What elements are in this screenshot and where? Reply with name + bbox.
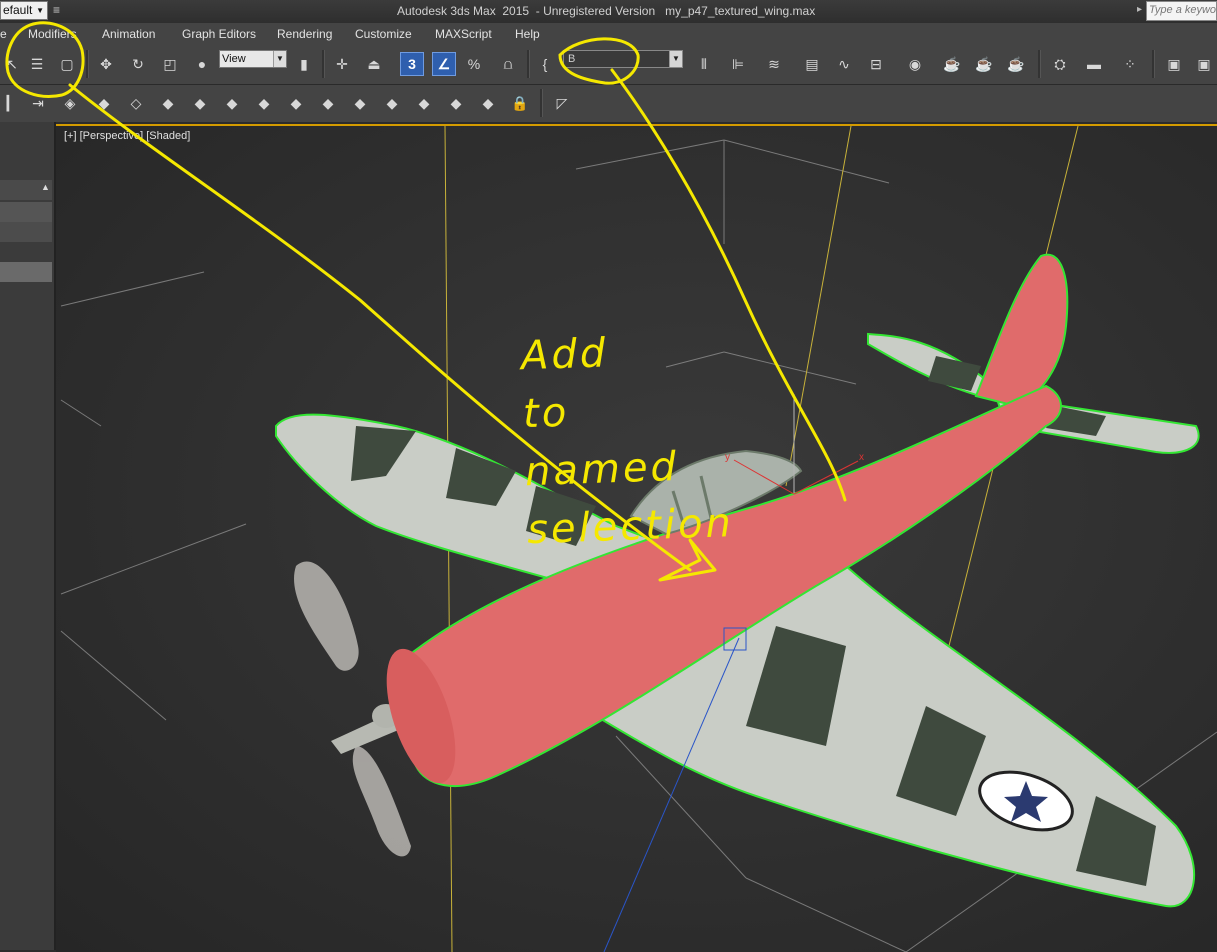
align-icon[interactable]: ⊫ [726, 52, 750, 76]
secondary-toolbar: ▎ ⇥ ◈ ◆ ◇ ◆ ◆ ◆ ◆ ◆ ◆ ◆ ◆ ◆ ◆ ◆ 🔒 ◸ [0, 85, 1217, 122]
search-expand-icon[interactable]: ▸ [1137, 4, 1142, 15]
toolbar-handle-icon: ▎ [6, 94, 18, 111]
menu-bar: e Modifiers Animation Graph Editors Rend… [0, 23, 1217, 46]
window-title: Autodesk 3ds Max 2015 - Unregistered Ver… [397, 4, 816, 18]
container-remove-icon[interactable]: ◇ [124, 91, 148, 115]
container-save-icon[interactable]: ◆ [252, 91, 276, 115]
maxscript-listener-icon[interactable]: ▣ [1162, 52, 1186, 76]
select-by-name-icon[interactable]: ☰ [25, 52, 49, 76]
toolbar-separator [322, 50, 325, 78]
render-setup-icon[interactable]: ☕ [940, 52, 964, 76]
percent-snap-label: % [467, 56, 481, 72]
toggle-ribbon-icon[interactable]: ▤ [800, 52, 824, 76]
keyboard-shortcut-icon[interactable]: ⏏ [362, 52, 386, 76]
spinner-snap-icon[interactable]: ⩍ [496, 52, 520, 76]
search-input[interactable]: Type a keyword [1146, 1, 1217, 21]
edit-named-selection-icon[interactable]: { [533, 52, 557, 76]
container-explode-icon[interactable]: ⇥ [26, 91, 50, 115]
select-object-icon[interactable]: ↖ [0, 52, 24, 76]
select-manipulate-icon[interactable]: ✛ [330, 52, 354, 76]
menu-customize[interactable]: Customize [355, 27, 412, 41]
annotation-line: to [522, 389, 571, 438]
percent-snap-icon[interactable]: % [462, 52, 486, 76]
maxscript-editor-icon[interactable]: ▣ [1192, 52, 1216, 76]
menu-help[interactable]: Help [515, 27, 540, 41]
workspace-label: efault [3, 3, 33, 17]
annotation-line: Add [520, 330, 609, 380]
selection-region-icon[interactable]: ▢ [55, 52, 79, 76]
move-icon[interactable]: ✥ [94, 52, 118, 76]
material-editor-icon[interactable]: ◉ [903, 52, 927, 76]
pivot-center-icon[interactable]: ▮ [292, 52, 316, 76]
annotation-line: selection [526, 499, 735, 554]
container-update-icon[interactable]: ◆ [284, 91, 308, 115]
corner-select-icon[interactable]: ◸ [550, 91, 574, 115]
quick-access-menu-icon[interactable]: ≡ [53, 3, 60, 17]
render-production-icon[interactable]: ☕ [1004, 52, 1028, 76]
toolbar-separator [1152, 50, 1155, 78]
snaps-toggle-icon[interactable]: 3 [400, 52, 424, 76]
container-inherit-icon[interactable]: ◆ [156, 91, 180, 115]
scale-icon[interactable]: ◰ [158, 52, 182, 76]
menu-rendering[interactable]: Rendering [277, 27, 332, 41]
toolbar-separator [1038, 50, 1041, 78]
container-load-icon[interactable]: ◆ [188, 91, 212, 115]
menu-graph-editors[interactable]: Graph Editors [182, 27, 256, 41]
container-open-icon[interactable]: ◈ [58, 91, 82, 115]
container-unload-icon[interactable]: ◆ [220, 91, 244, 115]
chevron-down-icon: ▼ [36, 6, 44, 15]
container-edit-icon[interactable]: ◆ [348, 91, 372, 115]
gizmo-x-label: x [859, 452, 864, 463]
measure-icon[interactable]: ▬ [1082, 52, 1106, 76]
chevron-down-icon: ▼ [669, 51, 682, 67]
menu-modifiers[interactable]: Modifiers [28, 27, 77, 41]
curve-editor-icon[interactable]: ∿ [832, 52, 856, 76]
menu-animation[interactable]: Animation [102, 27, 155, 41]
panel-rollout[interactable] [0, 222, 52, 242]
named-selection-set-value: B [568, 53, 576, 65]
title-bar: efault ▼ ≡ Autodesk 3ds Max 2015 - Unreg… [0, 0, 1217, 24]
named-selection-set-input[interactable]: B ▼ [563, 50, 683, 68]
workspace-dropdown[interactable]: efault ▼ [0, 1, 48, 20]
container-copy-icon[interactable]: ◆ [444, 91, 468, 115]
toolbar-separator [527, 50, 530, 78]
container-lock-icon[interactable]: 🔒 [508, 91, 532, 115]
container-allow-edit-icon[interactable]: ◆ [380, 91, 404, 115]
container-reload-icon[interactable]: ◆ [316, 91, 340, 115]
annotation-text: Add to named selection [520, 317, 828, 559]
menu-maxscript[interactable]: MAXScript [435, 27, 492, 41]
rendered-frame-icon[interactable]: ☕ [972, 52, 996, 76]
rotate-icon[interactable]: ↻ [126, 52, 150, 76]
particles-icon[interactable]: ⁘ [1118, 52, 1142, 76]
reference-coordinate-value: View [222, 53, 246, 65]
perspective-viewport[interactable]: [+] [Perspective] [Shaded] y x Add to na… [56, 124, 1217, 952]
toolbar-separator [86, 50, 89, 78]
toolbar-separator [540, 89, 543, 117]
snaps-toggle-label: 3 [408, 56, 416, 72]
mirror-icon[interactable]: ⫴ [692, 52, 716, 76]
reference-coordinate-select[interactable]: View ▼ [219, 50, 287, 68]
container-override-icon[interactable]: ◆ [476, 91, 500, 115]
scroll-up-icon[interactable]: ▲ [41, 182, 50, 192]
container-close-icon[interactable]: ◆ [92, 91, 116, 115]
container-merge-icon[interactable]: ◆ [412, 91, 436, 115]
panel-rollout[interactable] [0, 262, 52, 282]
angle-snap-icon[interactable]: ∠ [432, 52, 456, 76]
command-panel: ▲ [0, 122, 56, 950]
panel-rollout[interactable] [0, 202, 52, 222]
annotation-line: named [524, 443, 680, 496]
layer-explorer-icon[interactable]: ≋ [762, 52, 786, 76]
place-icon[interactable]: ● [190, 52, 214, 76]
physx-icon[interactable]: ⛭ [1048, 52, 1072, 76]
chevron-down-icon: ▼ [273, 51, 286, 67]
menu-edit[interactable]: e [0, 27, 7, 41]
schematic-view-icon[interactable]: ⊟ [864, 52, 888, 76]
